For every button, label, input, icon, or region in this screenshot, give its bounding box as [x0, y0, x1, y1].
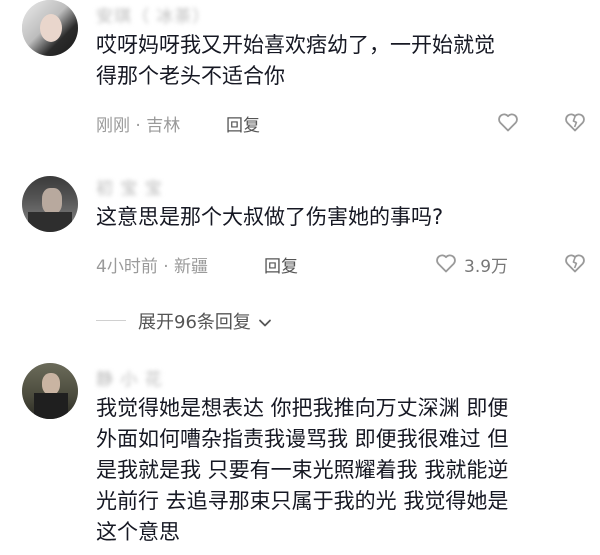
avatar[interactable] [22, 363, 78, 419]
broken-heart-icon[interactable] [563, 110, 587, 134]
broken-heart-icon[interactable] [563, 251, 587, 275]
chevron-down-icon [258, 319, 271, 327]
username[interactable]: 安琪（ 冰茶） [96, 2, 210, 27]
divider [96, 320, 126, 321]
comment-text: 哎呀妈呀我又开始喜欢痞幼了，一开始就觉 得那个老头不适合你 [96, 33, 495, 88]
reply-button[interactable]: 回复 [226, 111, 260, 136]
avatar[interactable] [22, 0, 78, 56]
like-count: 3.9万 [464, 257, 509, 277]
heart-outline-icon[interactable] [496, 110, 520, 134]
comment-meta: 刚刚 · 吉林 [96, 116, 181, 136]
comment-meta: 4小时前 · 新疆 [96, 257, 209, 277]
expand-replies-button[interactable]: 展开96条回复 [138, 308, 272, 334]
username[interactable]: 静 小 花 [96, 365, 163, 390]
username[interactable]: 初 宝 宝 [96, 174, 163, 199]
comment-text: 我觉得她是想表达 你把我推向万丈深渊 即便 外面如何嘈杂指责我谩骂我 即便我很难… [96, 396, 509, 544]
heart-outline-icon[interactable] [434, 251, 458, 275]
comment-text: 这意思是那个大叔做了伤害她的事吗? [96, 205, 444, 229]
avatar[interactable] [22, 176, 78, 232]
expand-replies-label: 展开96条回复 [138, 312, 251, 333]
reply-button[interactable]: 回复 [264, 252, 298, 277]
